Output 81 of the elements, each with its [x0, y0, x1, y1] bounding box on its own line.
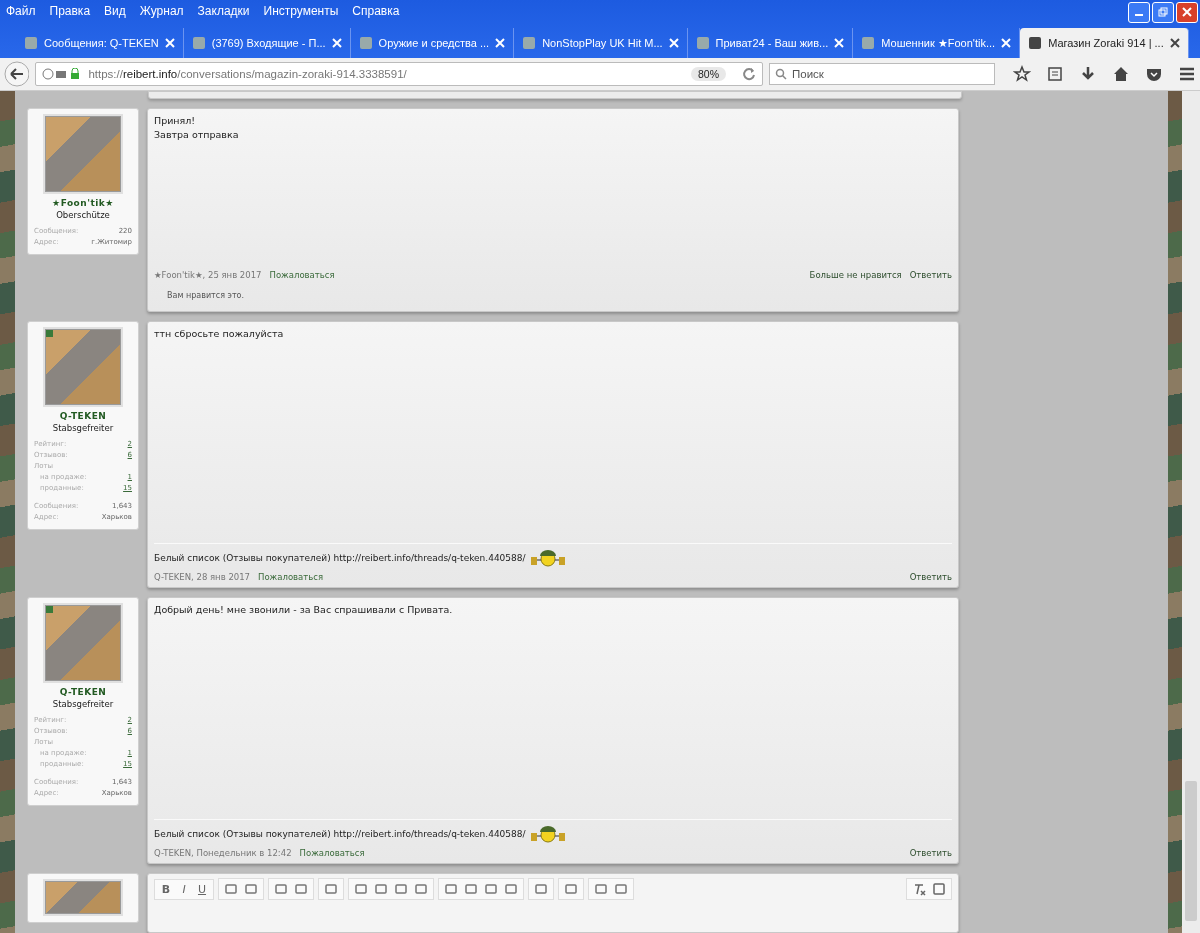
- menu-item[interactable]: Закладки: [197, 4, 250, 18]
- message-text: ттн сбросьте пожалуйста: [154, 328, 285, 339]
- format-button[interactable]: U: [196, 882, 208, 896]
- reply-editor[interactable]: B I U: [147, 873, 959, 933]
- search-field[interactable]: Поиск: [769, 63, 995, 85]
- menu-item[interactable]: Правка: [49, 4, 91, 18]
- likes-summary: Вам нравится это.: [166, 290, 245, 302]
- page-icon: [1028, 36, 1043, 50]
- editor-tool-icon[interactable]: [932, 882, 946, 896]
- editor-tool-icon[interactable]: [564, 882, 578, 896]
- avatar-photo-placeholder[interactable]: [45, 116, 121, 192]
- editor-tool-icon[interactable]: [444, 882, 458, 896]
- format-button[interactable]: B: [160, 882, 172, 896]
- avatar-photo-placeholder[interactable]: [45, 329, 121, 405]
- zoom-level[interactable]: 80%: [691, 67, 726, 81]
- editor-tool-icon[interactable]: [594, 882, 608, 896]
- menu-item[interactable]: Инструменты: [263, 4, 339, 18]
- reload-icon[interactable]: [742, 67, 756, 81]
- editor-tool-icon[interactable]: [394, 882, 408, 896]
- post-action-link[interactable]: Ответить: [909, 270, 952, 280]
- star-icon[interactable]: [1013, 65, 1031, 83]
- user-rank: Oberschütze: [56, 210, 110, 220]
- editor-tool-icon[interactable]: [504, 882, 518, 896]
- editor-tool-icon[interactable]: [224, 882, 238, 896]
- editor-tool-icon[interactable]: [374, 882, 388, 896]
- post-action-link[interactable]: Ответить: [909, 572, 952, 582]
- editor-tool-icon[interactable]: [534, 882, 548, 896]
- post-action-link[interactable]: Ответить: [909, 848, 952, 858]
- address-field[interactable]: https://reibert.info/conversations/magazin-zoraki-914.3338591/ 80%: [35, 62, 763, 86]
- report-link[interactable]: Пожаловаться: [299, 848, 365, 858]
- editor-tool-icon[interactable]: [484, 882, 498, 896]
- post-action-link[interactable]: Больше не нравится: [809, 270, 902, 280]
- username-link[interactable]: Q-TEKEN: [59, 411, 107, 421]
- editor-tool-icon[interactable]: [244, 882, 258, 896]
- format-button[interactable]: I: [178, 882, 190, 896]
- restore-icon[interactable]: [1152, 1, 1174, 23]
- editor-tool-icon[interactable]: [464, 882, 478, 896]
- clear-format-icon[interactable]: [912, 882, 926, 896]
- editor-tool-icon[interactable]: [324, 882, 338, 896]
- username-link[interactable]: ★Foon'tik★: [52, 198, 114, 208]
- page-icon: [191, 36, 206, 50]
- post-author-date: ★Foon'tik★, 25 янв 2017: [154, 270, 262, 280]
- editor-tool-icon[interactable]: [354, 882, 368, 896]
- avatar-photo-placeholder[interactable]: [45, 881, 121, 914]
- signature-text: Белый список (Отзывы покупателей) http://reibert.info/threads/q-teken.440588/: [154, 553, 526, 563]
- home-icon[interactable]: [1112, 65, 1130, 83]
- username-link[interactable]: Q-TEKEN: [59, 687, 107, 697]
- page-icon: [24, 36, 38, 50]
- browser-tab[interactable]: Магазин Zoraki 914 | ...: [1020, 28, 1189, 58]
- minimize-icon[interactable]: [1128, 1, 1150, 23]
- scrollbar[interactable]: [1182, 91, 1200, 933]
- reading-list-icon[interactable]: [1046, 65, 1064, 83]
- user-rank: Stabsgefreiter: [52, 699, 114, 709]
- menu-item[interactable]: Файл: [6, 4, 36, 18]
- avatar-photo-placeholder[interactable]: [45, 605, 121, 681]
- menu-item[interactable]: Журнал: [139, 4, 184, 18]
- user-rank: Stabsgefreiter: [52, 423, 114, 433]
- menu-item[interactable]: Вид: [104, 4, 126, 18]
- close-icon[interactable]: [1176, 1, 1198, 23]
- post-author-date: Q-TEKEN, 28 янв 2017: [154, 572, 250, 582]
- report-link[interactable]: Пожаловаться: [269, 270, 335, 280]
- page-icon: [358, 36, 373, 50]
- close-tab-icon[interactable]: [1169, 38, 1180, 48]
- smiley-icon: [529, 549, 566, 567]
- menu-icon[interactable]: [1178, 65, 1196, 83]
- message-text: Принял!: [154, 115, 197, 126]
- message-text: Завтра отправка: [154, 129, 240, 140]
- editor-tool-icon[interactable]: [294, 882, 308, 896]
- post-author-date: Q-TEKEN, Понедельник в 12:42: [154, 848, 292, 858]
- signature-text: Белый список (Отзывы покупателей) http://reibert.info/threads/q-teken.440588/: [154, 829, 526, 839]
- editor-tool-icon[interactable]: [274, 882, 288, 896]
- page-icon: [522, 36, 537, 50]
- page-icon: [861, 36, 876, 50]
- editor-tool-icon[interactable]: [614, 882, 628, 896]
- message-text: Добрый день! мне звонили - за Вас спрашивали с Привата.: [154, 604, 454, 615]
- report-link[interactable]: Пожаловаться: [258, 572, 324, 582]
- menu-item[interactable]: Справка: [352, 4, 400, 18]
- smiley-icon: [529, 825, 566, 843]
- editor-tool-icon[interactable]: [414, 882, 428, 896]
- back-icon[interactable]: [4, 61, 30, 87]
- page-icon: [695, 36, 710, 50]
